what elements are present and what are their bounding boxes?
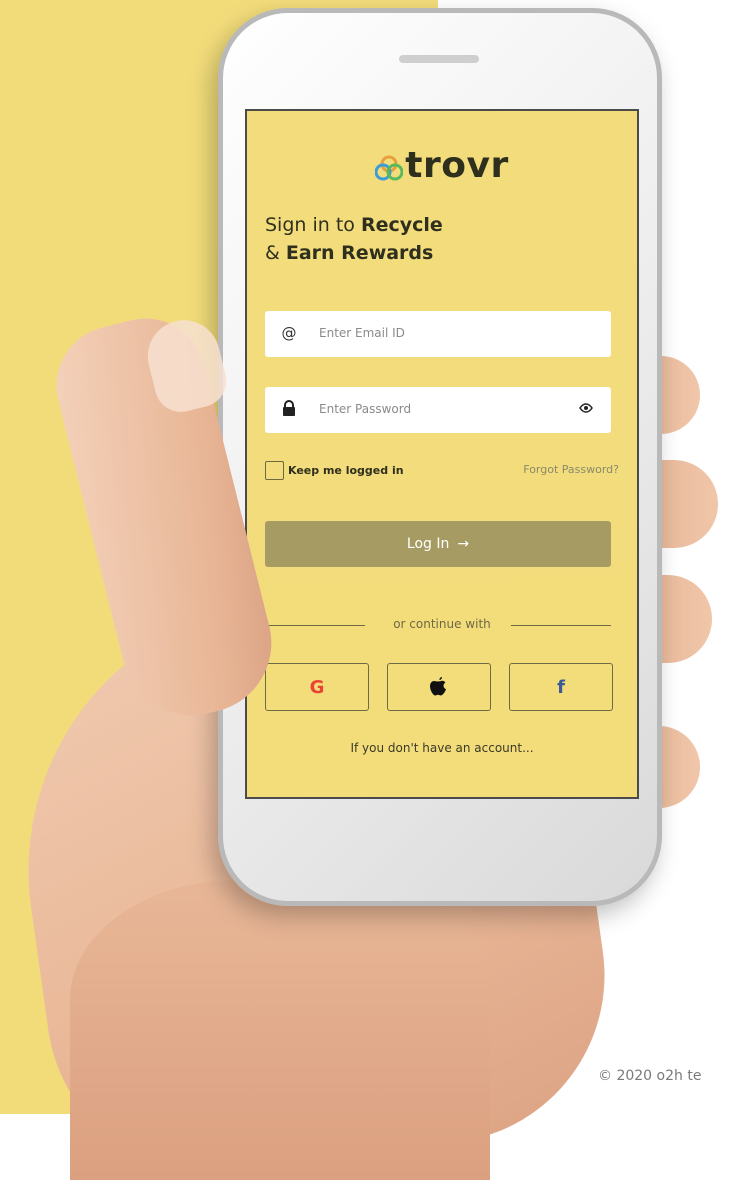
email-field[interactable]: @ Enter Email ID <box>265 311 611 357</box>
facebook-login-button[interactable]: f <box>509 663 613 711</box>
headline-text: Sign in to <box>265 214 361 236</box>
password-field[interactable]: Enter Password <box>265 387 611 433</box>
keep-logged-in-checkbox[interactable] <box>265 461 284 480</box>
signup-prompt[interactable]: If you don't have an account... <box>247 741 637 755</box>
login-button[interactable]: Log In → <box>265 521 611 567</box>
divider-line <box>511 625 611 626</box>
app-logo: trovr <box>247 145 637 186</box>
forgot-password-link[interactable]: Forgot Password? <box>523 463 619 476</box>
google-login-button[interactable]: G <box>265 663 369 711</box>
facebook-icon: f <box>557 676 565 698</box>
headline-text: & <box>265 242 286 264</box>
password-placeholder: Enter Password <box>319 402 412 416</box>
email-placeholder: Enter Email ID <box>319 326 405 340</box>
page-headline: Sign in to Recycle & Earn Rewards <box>265 211 443 267</box>
login-label: Log In <box>406 536 450 552</box>
apple-login-button[interactable] <box>387 663 491 711</box>
trovr-logo-icon <box>375 155 404 181</box>
phone-speaker <box>399 55 479 63</box>
headline-bold: Recycle <box>360 214 443 236</box>
copyright-text: © 2020 o2h te <box>598 1068 702 1084</box>
at-icon: @ <box>281 324 297 342</box>
keep-logged-in[interactable]: Keep me logged in <box>265 461 404 480</box>
headline-bold: Earn Rewards <box>285 242 434 264</box>
keep-logged-in-label: Keep me logged in <box>288 464 404 477</box>
arrow-right-icon: → <box>457 536 470 552</box>
lock-icon <box>279 400 299 420</box>
logo-text: trovr <box>405 145 509 186</box>
eye-icon[interactable] <box>579 402 593 417</box>
divider-text: or continue with <box>393 617 491 631</box>
phone-device: trovr Sign in to Recycle & Earn Rewards … <box>218 8 662 906</box>
hand-wrist <box>70 880 490 1180</box>
apple-icon <box>430 677 446 696</box>
app-screen: trovr Sign in to Recycle & Earn Rewards … <box>245 109 639 799</box>
google-icon: G <box>309 676 325 698</box>
